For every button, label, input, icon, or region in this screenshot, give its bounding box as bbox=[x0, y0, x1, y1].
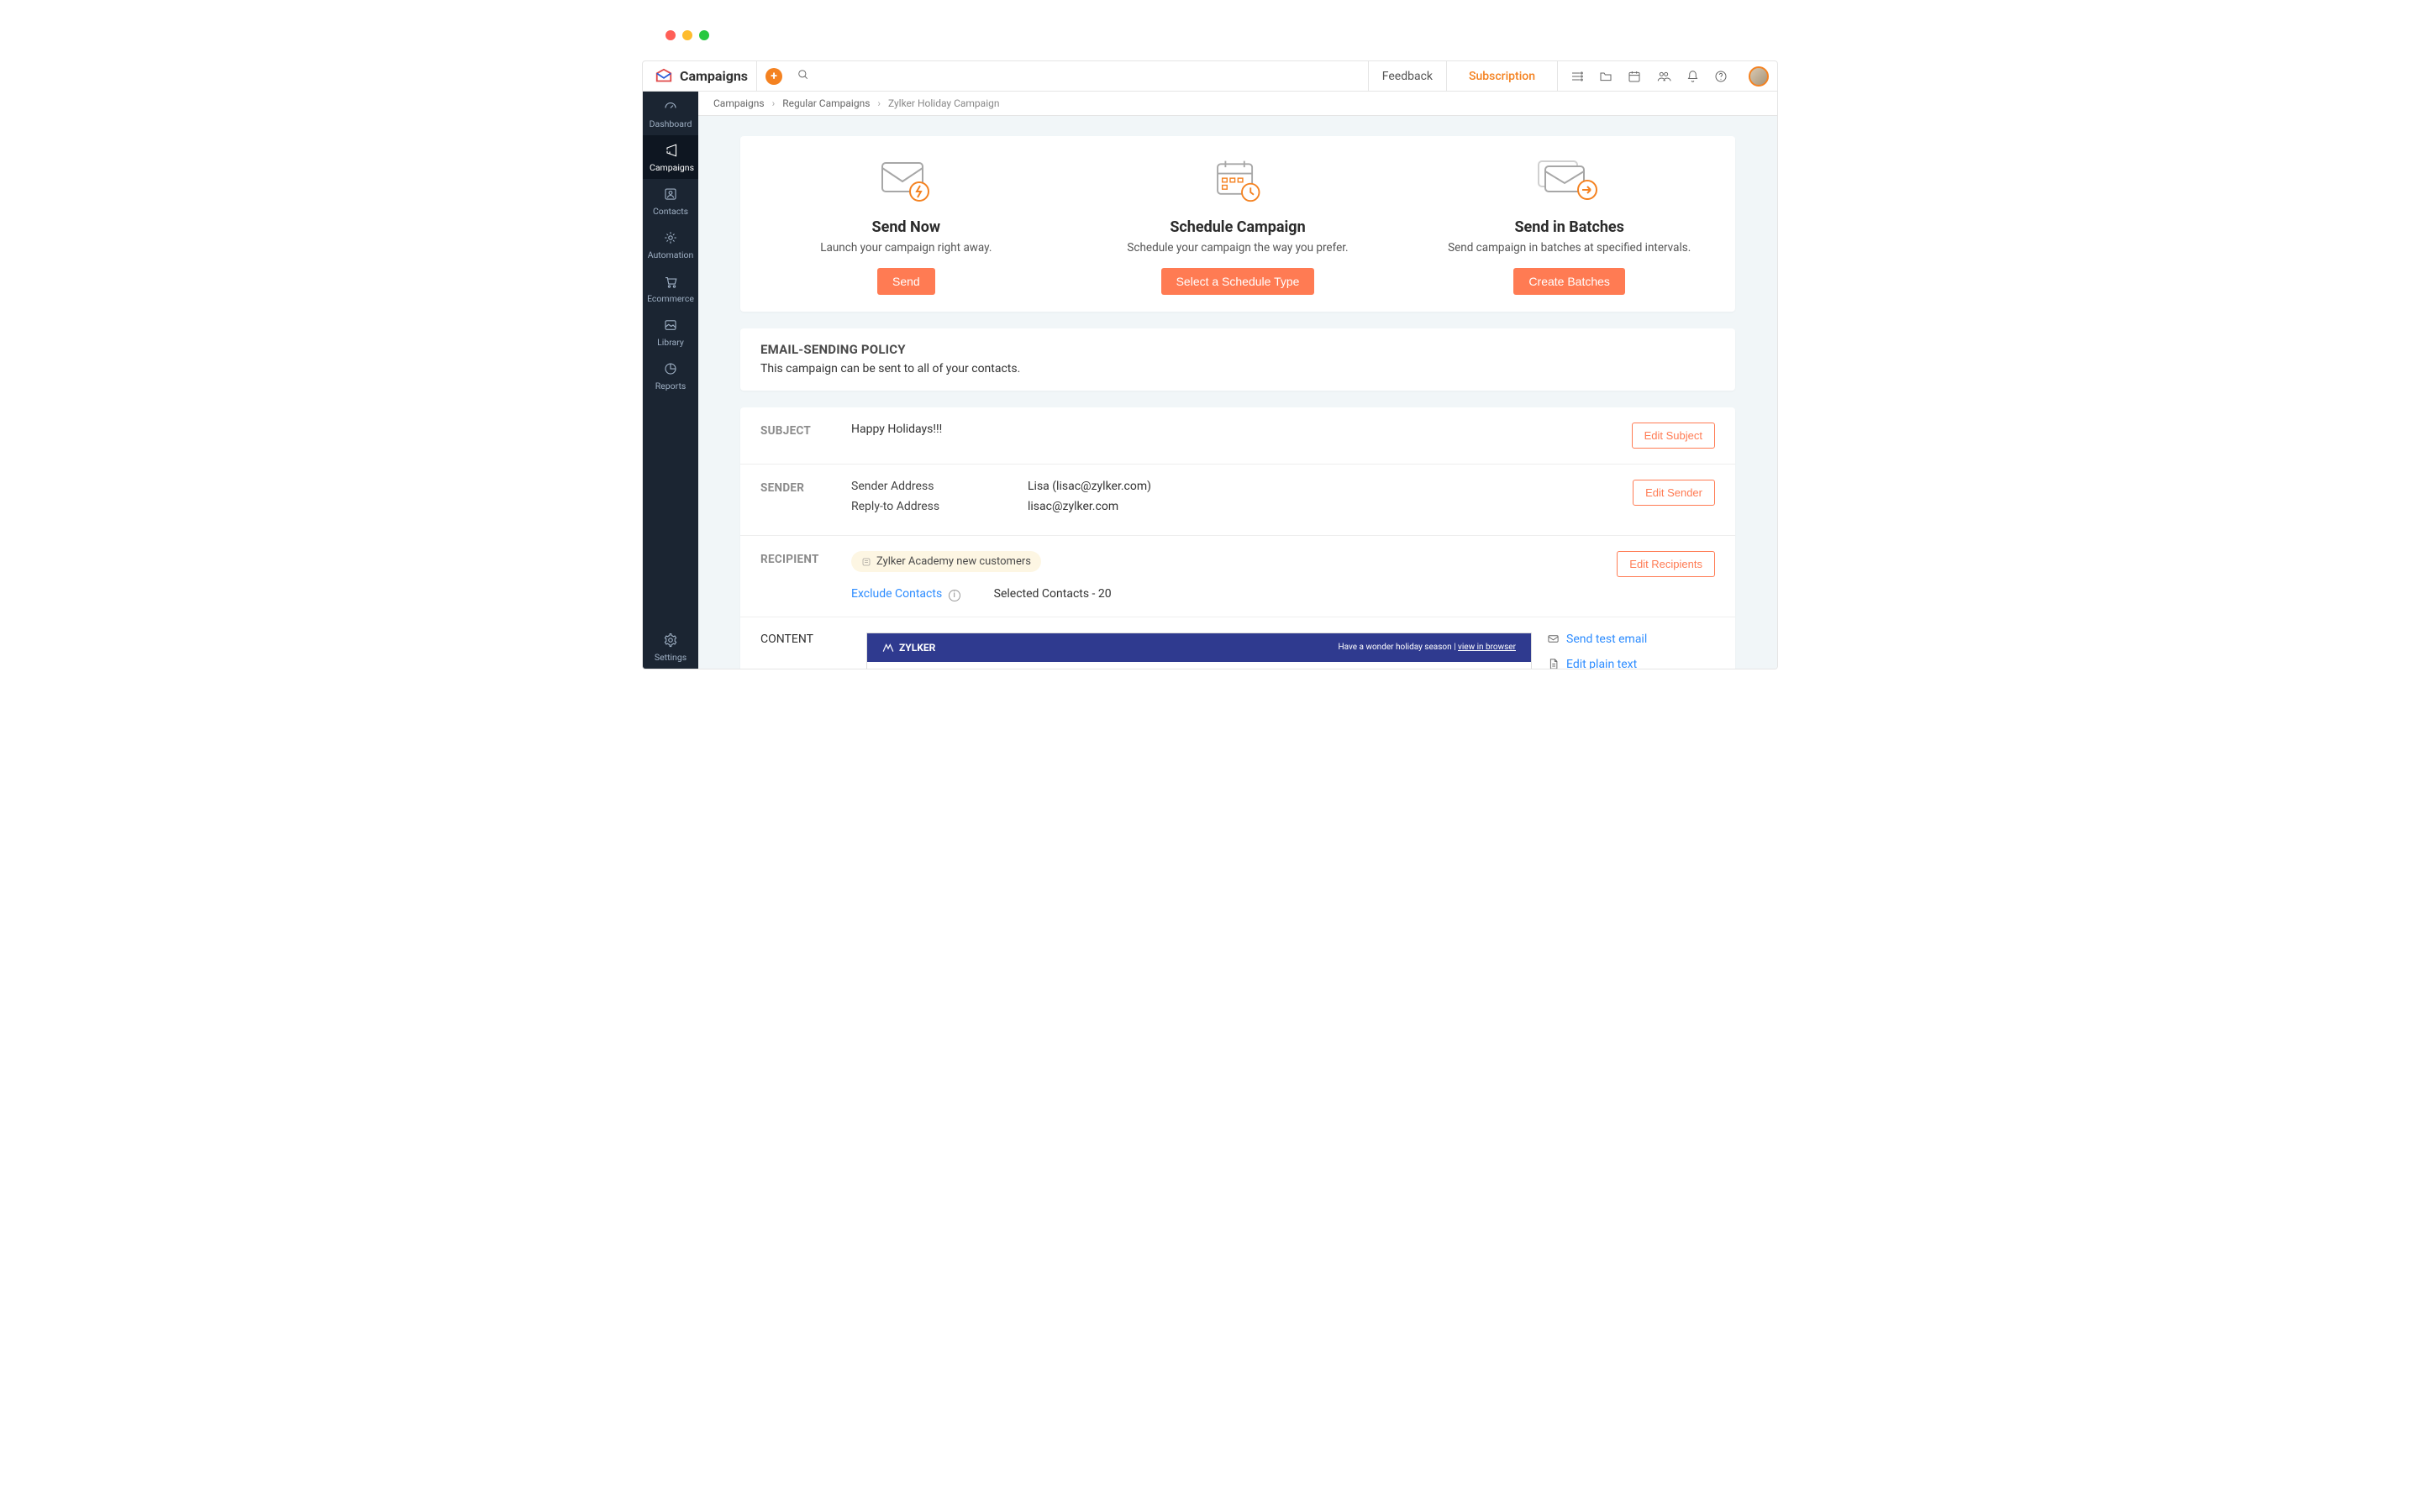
bell-icon[interactable] bbox=[1679, 70, 1707, 83]
edit-recipients-button[interactable]: Edit Recipients bbox=[1617, 551, 1715, 577]
policy-text: This campaign can be sent to all of your… bbox=[760, 362, 1715, 375]
avatar[interactable] bbox=[1749, 66, 1769, 87]
sidebar-label: Automation bbox=[648, 249, 694, 260]
window-dot-close[interactable] bbox=[666, 30, 676, 40]
selected-contacts-count: Selected Contacts - 20 bbox=[994, 587, 1112, 601]
reply-address-key: Reply-to Address bbox=[851, 500, 960, 513]
send-now-option: Send Now Launch your campaign right away… bbox=[740, 156, 1072, 295]
send-options-card: Send Now Launch your campaign right away… bbox=[740, 136, 1735, 312]
envelopes-arrow-icon bbox=[1420, 156, 1718, 207]
policy-heading: EMAIL-SENDING POLICY bbox=[760, 342, 1715, 357]
sidebar-item-settings[interactable]: Settings bbox=[643, 625, 698, 669]
create-batches-button[interactable]: Create Batches bbox=[1513, 268, 1625, 295]
help-icon[interactable] bbox=[1707, 70, 1735, 83]
option-desc: Schedule your campaign the way you prefe… bbox=[1089, 241, 1387, 255]
sidebar-item-contacts[interactable]: Contacts bbox=[643, 179, 698, 223]
edit-subject-button[interactable]: Edit Subject bbox=[1632, 423, 1715, 449]
edit-sender-button[interactable]: Edit Sender bbox=[1633, 480, 1715, 506]
option-title: Send in Batches bbox=[1420, 218, 1718, 236]
sidebar-label: Ecommerce bbox=[647, 293, 694, 304]
brand-icon bbox=[655, 67, 673, 86]
sidebar-label: Contacts bbox=[653, 206, 688, 217]
sidebar-item-library[interactable]: Library bbox=[643, 310, 698, 354]
breadcrumb-link[interactable]: Regular Campaigns bbox=[782, 97, 870, 109]
add-button[interactable]: + bbox=[765, 68, 782, 85]
send-button[interactable]: Send bbox=[877, 268, 935, 295]
preview-tagline: Have a wonder holiday season | view in b… bbox=[1338, 643, 1516, 652]
sidebar-label: Settings bbox=[655, 652, 687, 663]
brand-name: Campaigns bbox=[680, 61, 757, 91]
details-card: SUBJECT Happy Holidays!!! Edit Subject S… bbox=[740, 407, 1735, 669]
envelope-bolt-icon bbox=[757, 156, 1055, 207]
chevron-right-icon: › bbox=[772, 97, 776, 109]
reply-address-value: lisac@zylker.com bbox=[1028, 500, 1118, 513]
info-icon[interactable]: i bbox=[949, 590, 960, 601]
email-preview[interactable]: ZYLKER Have a wonder holiday season | vi… bbox=[866, 633, 1532, 669]
sender-label: SENDER bbox=[760, 480, 851, 495]
send-test-email-link[interactable]: Send test email bbox=[1547, 633, 1715, 646]
sidebar-item-dashboard[interactable]: Dashboard bbox=[643, 92, 698, 135]
list-icon bbox=[861, 557, 871, 567]
chevron-right-icon: › bbox=[877, 97, 881, 109]
option-desc: Send campaign in batches at specified in… bbox=[1420, 241, 1718, 255]
search-icon[interactable] bbox=[787, 69, 819, 84]
schedule-option: Schedule Campaign Schedule your campaign… bbox=[1072, 156, 1404, 295]
content-label: CONTENT bbox=[760, 633, 851, 669]
setup-icon[interactable] bbox=[1563, 70, 1591, 83]
sidebar-item-ecommerce[interactable]: Ecommerce bbox=[643, 266, 698, 310]
window-dot-min[interactable] bbox=[682, 30, 692, 40]
sidebar-item-reports[interactable]: Reports bbox=[643, 354, 698, 397]
option-title: Schedule Campaign bbox=[1089, 218, 1387, 236]
edit-plain-text-link[interactable]: Edit plain text bbox=[1547, 658, 1715, 669]
select-schedule-button[interactable]: Select a Schedule Type bbox=[1161, 268, 1315, 295]
option-desc: Launch your campaign right away. bbox=[757, 241, 1055, 255]
breadcrumb-current: Zylker Holiday Campaign bbox=[888, 97, 1000, 109]
sender-address-key: Sender Address bbox=[851, 480, 960, 493]
sidebar-label: Dashboard bbox=[650, 118, 692, 129]
folder-icon[interactable] bbox=[1591, 70, 1620, 83]
subject-value: Happy Holidays!!! bbox=[851, 423, 1632, 436]
recipient-chip[interactable]: Zylker Academy new customers bbox=[851, 551, 1041, 572]
calendar-icon[interactable] bbox=[1620, 70, 1649, 83]
batches-option: Send in Batches Send campaign in batches… bbox=[1403, 156, 1735, 295]
sidebar-label: Reports bbox=[655, 381, 687, 391]
sidebar-item-automation[interactable]: Automation bbox=[643, 223, 698, 266]
people-icon[interactable] bbox=[1649, 70, 1679, 83]
sidebar-label: Library bbox=[657, 337, 684, 348]
chip-label: Zylker Academy new customers bbox=[876, 555, 1031, 568]
breadcrumb-link[interactable]: Campaigns bbox=[713, 97, 765, 109]
breadcrumb: Campaigns › Regular Campaigns › Zylker H… bbox=[698, 92, 1777, 116]
recipient-label: RECIPIENT bbox=[760, 551, 851, 566]
sender-address-value: Lisa (lisac@zylker.com) bbox=[1028, 480, 1151, 493]
sidebar-label: Campaigns bbox=[650, 162, 694, 173]
feedback-link[interactable]: Feedback bbox=[1368, 61, 1446, 91]
sidebar-item-campaigns[interactable]: Campaigns bbox=[642, 135, 698, 179]
policy-card: EMAIL-SENDING POLICY This campaign can b… bbox=[740, 328, 1735, 391]
sidebar: Dashboard Campaigns Contacts Automation … bbox=[643, 92, 698, 669]
content-area: Campaigns › Regular Campaigns › Zylker H… bbox=[698, 92, 1777, 669]
subscription-link[interactable]: Subscription bbox=[1446, 61, 1557, 91]
exclude-contacts-link[interactable]: Exclude Contacts bbox=[851, 587, 942, 601]
calendar-clock-icon bbox=[1089, 156, 1387, 207]
preview-logo: ZYLKER bbox=[882, 642, 935, 654]
option-title: Send Now bbox=[757, 218, 1055, 236]
topbar: Campaigns + Feedback Subscription bbox=[643, 61, 1777, 92]
window-dot-max[interactable] bbox=[699, 30, 709, 40]
subject-label: SUBJECT bbox=[760, 423, 851, 438]
